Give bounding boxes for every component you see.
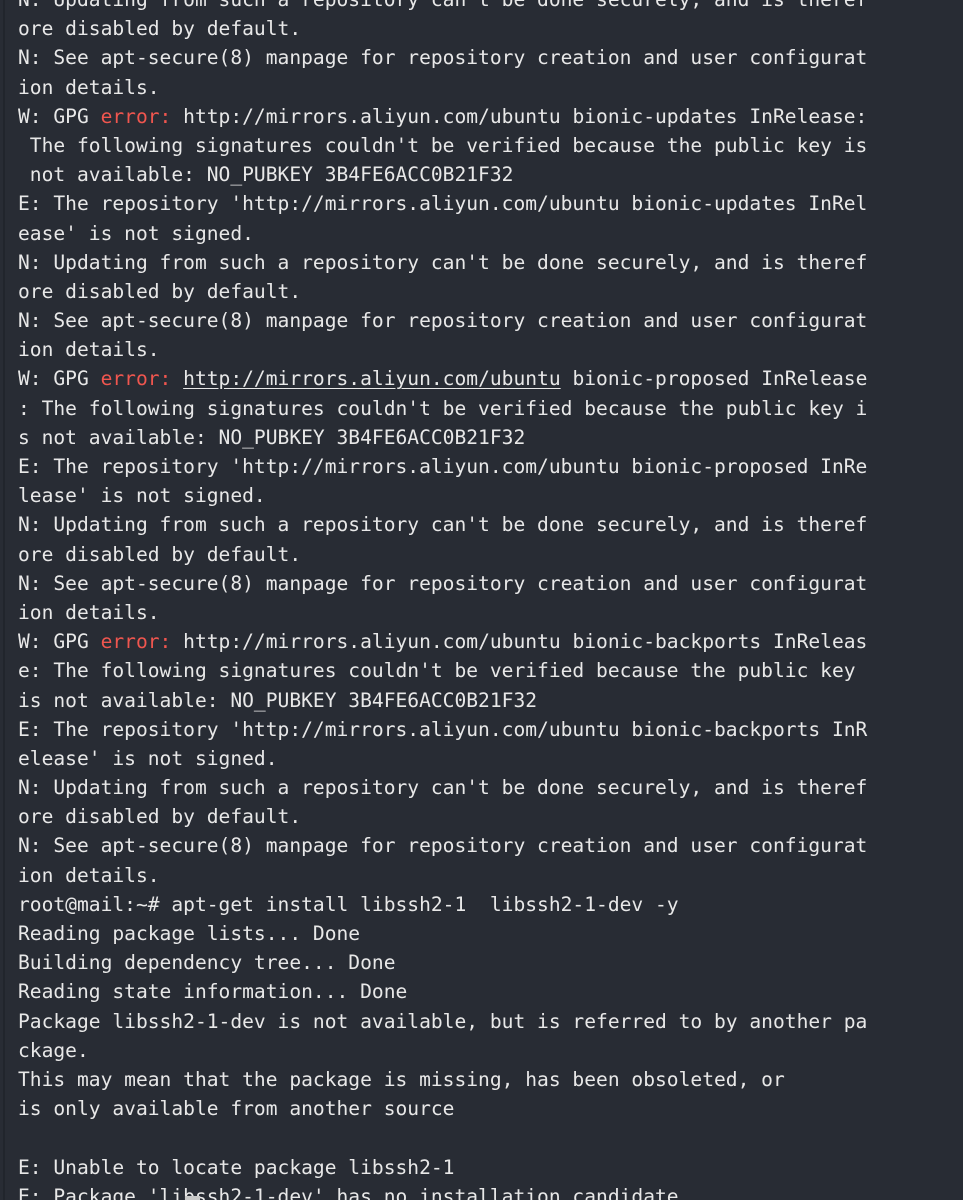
terminal-line: Building dependency tree... Done <box>18 951 396 975</box>
terminal-line: W: GPG error: http://mirrors.aliyun.com/… <box>18 102 963 131</box>
terminal-left-gutter <box>3 0 5 1200</box>
terminal-line: is not available: NO_PUBKEY 3B4FE6ACC0B2… <box>18 688 538 712</box>
terminal-line: N: See apt-secure(8) manpage for reposit… <box>18 834 868 858</box>
gpg-warning-prefix: W: GPG <box>18 367 101 391</box>
terminal-line: ore disabled by default. <box>18 542 302 566</box>
gpg-warning-prefix: W: GPG <box>18 104 101 128</box>
terminal-line: lease' is not signed. <box>18 484 266 508</box>
terminal-line: elease' is not signed. <box>18 746 278 770</box>
terminal-line: root@mail:~# apt-get install libssh2-1 l… <box>18 892 679 916</box>
terminal-output-area[interactable]: N: Updating from such a repository can't… <box>18 0 963 1200</box>
terminal-line: E: Unable to locate package libssh2-1 <box>18 1155 455 1179</box>
error-keyword: error: <box>100 367 172 391</box>
gpg-warning-suffix: http://mirrors.aliyun.com/ubuntu bionic-… <box>171 104 868 128</box>
terminal-line: The following signatures couldn't be ver… <box>18 133 868 157</box>
gpg-warning-suffix: bionic-proposed InRelease <box>560 367 868 391</box>
terminal-line: s not available: NO_PUBKEY 3B4FE6ACC0B21… <box>18 425 526 449</box>
terminal-line: not available: NO_PUBKEY 3B4FE6ACC0B21F3… <box>18 163 514 187</box>
terminal-line: E: The repository 'http://mirrors.aliyun… <box>18 717 868 741</box>
terminal-line: ckage. <box>18 1038 89 1062</box>
terminal-line: ion details. <box>18 863 160 887</box>
terminal-line: ion details. <box>18 600 160 624</box>
terminal-line: N: Updating from such a repository can't… <box>18 250 868 274</box>
terminal-line: : The following signatures couldn't be v… <box>18 396 868 420</box>
terminal-line: ore disabled by default. <box>18 17 302 41</box>
terminal-line: N: Updating from such a repository can't… <box>18 0 963 14</box>
terminal-line: Package libssh2-1-dev is not available, … <box>18 1009 868 1033</box>
terminal-line: ease' is not signed. <box>18 221 254 245</box>
terminal-line: Reading package lists... Done <box>18 922 361 945</box>
terminal-line: ore disabled by default. <box>18 279 302 303</box>
terminal-line: ion details. <box>18 338 160 362</box>
terminal-line: is only available from another source <box>18 1097 455 1121</box>
repository-url-link[interactable]: http://mirrors.aliyun.com/ubuntu <box>183 367 561 390</box>
terminal-cursor <box>185 1196 200 1200</box>
gpg-warning-suffix: http://mirrors.aliyun.com/ubuntu bionic-… <box>171 630 868 654</box>
terminal-line: E: The repository 'http://mirrors.aliyun… <box>18 192 868 216</box>
gpg-warning-prefix: W: GPG <box>18 630 101 654</box>
terminal-line: E: Package 'libssh2-1-dev' has no instal… <box>18 1184 679 1200</box>
terminal-window[interactable]: N: Updating from such a repository can't… <box>0 0 963 1200</box>
terminal-line: W: GPG error: http://mirrors.aliyun.com/… <box>18 627 963 656</box>
terminal-line: N: See apt-secure(8) manpage for reposit… <box>18 309 868 333</box>
terminal-line: E: The repository 'http://mirrors.aliyun… <box>18 455 868 478</box>
error-keyword: error: <box>100 104 172 128</box>
terminal-line: e: The following signatures couldn't be … <box>18 659 856 683</box>
terminal-line: Reading state information... Done <box>18 980 408 1004</box>
terminal-line: N: See apt-secure(8) manpage for reposit… <box>18 46 868 70</box>
terminal-line: N: See apt-secure(8) manpage for reposit… <box>18 571 868 595</box>
terminal-line: W: GPG error: http://mirrors.aliyun.com/… <box>18 364 963 393</box>
terminal-line: ion details. <box>18 75 160 99</box>
terminal-line: N: Updating from such a repository can't… <box>18 513 868 537</box>
error-keyword: error: <box>100 630 172 654</box>
terminal-line: This may mean that the package is missin… <box>18 1067 785 1091</box>
terminal-line: ore disabled by default. <box>18 805 302 829</box>
terminal-line: N: Updating from such a repository can't… <box>18 776 868 800</box>
